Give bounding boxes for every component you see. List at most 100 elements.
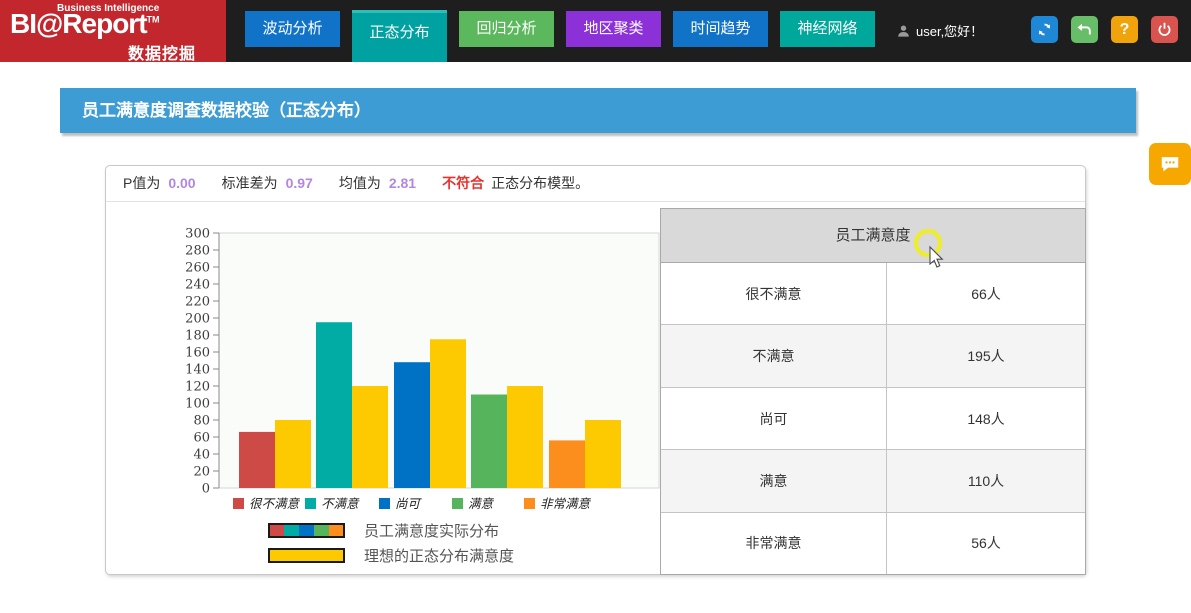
p-value: 0.00 [168,175,195,191]
verdict-badge: 不符合 [442,175,484,191]
table-header[interactable]: 员工满意度 [661,209,1085,263]
cell-count: 66人 [887,263,1085,324]
y-tick-label: 140 [185,363,210,378]
bar-actual-4[interactable] [549,440,585,488]
y-tick-label: 60 [193,431,210,446]
table-row[interactable]: 不满意195人 [661,325,1085,387]
legend-category-label-1: 不满意 [321,496,360,511]
sd-value: 0.97 [286,175,313,191]
legend-actual-segment-4 [329,524,344,537]
legend-actual-segment-1 [284,524,299,537]
legend-swatch-4 [524,498,535,509]
app-window: Business Intelligence BI@ReportTM 数据挖掘 波… [0,0,1191,613]
y-tick-label: 260 [185,261,210,276]
p-label: P值为 [123,175,160,191]
back-arrow-icon [1076,21,1093,38]
cell-count: 56人 [887,513,1085,574]
cell-count: 148人 [887,388,1085,449]
y-tick-label: 180 [185,329,210,344]
page-title: 员工满意度调查数据校验（正态分布） [82,101,371,120]
refresh-button[interactable] [1031,16,1058,43]
bar-actual-2[interactable] [394,362,430,488]
nav-tabs: 波动分析正态分布回归分析地区聚类时间趋势神经网络 [245,0,875,62]
bar-ideal-2[interactable] [430,339,466,488]
top-navbar: Business Intelligence BI@ReportTM 数据挖掘 波… [0,0,1191,62]
legend-category-label-2: 尚可 [395,496,423,511]
legend-ideal-bar [269,549,344,562]
bar-actual-1[interactable] [316,322,352,488]
legend-swatch-0 [233,498,244,509]
nav-tab-4[interactable]: 地区聚类 [566,11,661,47]
nav-tab-5[interactable]: 时间趋势 [673,11,768,47]
y-tick-label: 220 [185,295,210,310]
brand-logo[interactable]: Business Intelligence BI@ReportTM 数据挖掘 [0,0,226,62]
legend-category-label-3: 满意 [468,496,495,511]
legend-category-label-4: 非常满意 [540,496,592,511]
legend-swatch-3 [452,498,463,509]
trademark-mark: TM [147,15,160,25]
y-tick-label: 0 [202,482,210,497]
y-tick-label: 240 [185,278,210,293]
bar-actual-3[interactable] [471,395,507,489]
y-tick-label: 120 [185,380,210,395]
mean-label: 均值为 [339,175,381,191]
cell-count: 110人 [887,450,1085,511]
nav-tab-3[interactable]: 回归分析 [459,11,554,47]
satisfaction-table: 员工满意度 很不满意66人不满意195人尚可148人满意110人非常满意56人 [660,208,1086,575]
brand-name-text: BI@Report [10,8,147,39]
chat-bubble-icon [1159,153,1181,175]
bar-ideal-3[interactable] [507,386,543,488]
sd-label: 标准差为 [222,175,278,191]
back-button[interactable] [1071,16,1098,43]
cell-category: 不满意 [661,325,887,386]
y-tick-label: 160 [185,346,210,361]
cell-category: 满意 [661,450,887,511]
legend-actual-label: 员工满意度实际分布 [364,522,499,540]
legend-swatch-1 [305,498,316,509]
power-button[interactable] [1151,16,1178,43]
question-mark-icon: ? [1120,21,1130,39]
mean-value: 2.81 [389,175,416,191]
legend-actual-segment-3 [314,524,329,537]
table-row[interactable]: 很不满意66人 [661,263,1085,325]
bar-actual-0[interactable] [239,432,275,488]
legend-category-label-0: 很不满意 [249,496,301,511]
y-tick-label: 100 [185,397,210,412]
cell-category: 非常满意 [661,513,887,574]
feedback-button[interactable] [1149,143,1191,185]
navbar-actions: ? [1031,16,1178,43]
main-panel: P值为0.00标准差为0.97均值为2.81不符合正态分布模型。 0204060… [105,165,1086,575]
help-button[interactable]: ? [1111,16,1138,43]
nav-tab-2[interactable]: 正态分布 [352,10,447,62]
brand-name: BI@ReportTM [10,8,160,40]
power-icon [1156,21,1173,38]
user-icon [896,23,911,39]
refresh-icon [1036,21,1053,38]
page-title-bar: 员工满意度调查数据校验（正态分布） [60,88,1136,133]
bar-ideal-1[interactable] [352,386,388,488]
stats-bar: P值为 0.00 标准差为 0.97 均值为 2.81 不符合正态分布模型。 [106,166,1085,202]
nav-tab-1[interactable]: 波动分析 [245,11,340,47]
y-tick-label: 40 [193,448,210,463]
y-tick-label: 200 [185,312,210,327]
user-greeting: user,您好！ [916,21,983,40]
user-info[interactable]: user,您好！ [896,21,983,40]
bar-ideal-0[interactable] [275,420,311,488]
nav-tab-6[interactable]: 神经网络 [780,11,875,47]
verdict-suffix: 正态分布模型。 [491,175,589,191]
bar-chart: 0204060801001201401601802002202402602803… [106,202,660,576]
cell-category: 尚可 [661,388,887,449]
table-row[interactable]: 满意110人 [661,450,1085,512]
table-row[interactable]: 非常满意56人 [661,513,1085,574]
table-body: 很不满意66人不满意195人尚可148人满意110人非常满意56人 [661,263,1085,574]
legend-actual-segment-0 [269,524,284,537]
brand-subtitle: 数据挖掘 [128,40,196,64]
cell-category: 很不满意 [661,263,887,324]
legend-actual-segment-2 [299,524,314,537]
legend-ideal-label: 理想的正态分布满意度 [364,547,514,565]
cell-count: 195人 [887,325,1085,386]
bar-ideal-4[interactable] [585,420,621,488]
legend-swatch-2 [379,498,390,509]
y-tick-label: 300 [185,227,210,242]
table-row[interactable]: 尚可148人 [661,388,1085,450]
